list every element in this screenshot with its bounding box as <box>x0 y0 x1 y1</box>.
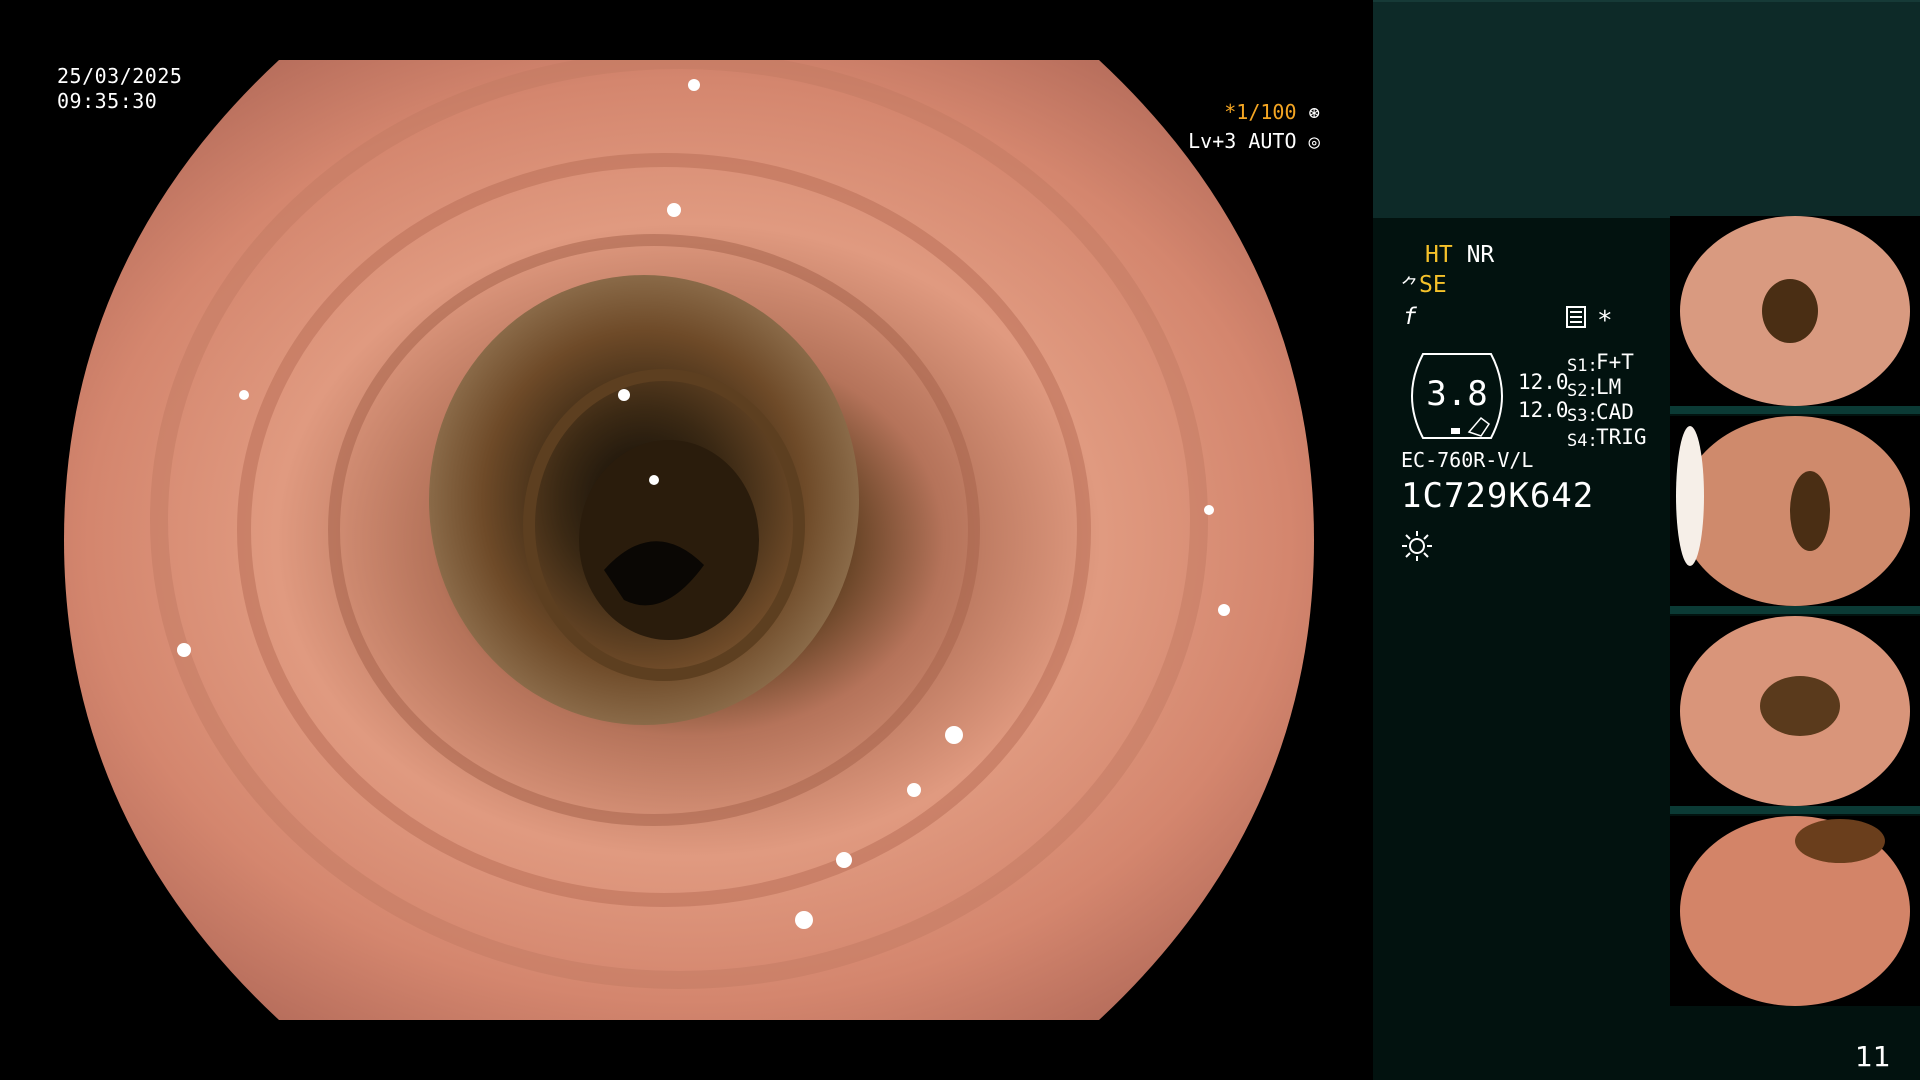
value-b: 12.0 <box>1518 398 1569 422</box>
endoscope-live-view: 25/03/2025 09:35:30 *1/100 ⊛ Lv+3 AUTO ◎ <box>0 0 1373 1080</box>
capture-thumbnail[interactable] <box>1670 416 1920 606</box>
gauge-value: 3.8 <box>1426 374 1488 414</box>
star-indicator: * <box>1597 306 1613 336</box>
setting-label: S3: <box>1567 406 1598 426</box>
nr-label: NR <box>1466 242 1495 268</box>
capture-thumbnail[interactable] <box>1670 616 1920 806</box>
setting-label: S2: <box>1567 381 1598 401</box>
thumbnail-divider <box>1670 406 1920 414</box>
setting-value: F+T <box>1596 350 1634 374</box>
top-band <box>1373 0 1920 218</box>
sun-icon <box>1402 531 1432 561</box>
capture-thumbnail[interactable] <box>1670 816 1920 1006</box>
iris-icon: ◎ <box>1308 131 1320 153</box>
thumbnail-divider <box>1670 806 1920 814</box>
exposure-readout: *1/100 ⊛ Lv+3 AUTO ◎ <box>1180 98 1320 156</box>
memo-icon <box>1566 306 1586 328</box>
value-a: 12.0 <box>1518 370 1569 394</box>
setting-label: S4: <box>1567 431 1598 451</box>
thumbnail-divider <box>1670 606 1920 614</box>
colon-lumen-image <box>64 60 1314 1020</box>
ht-nr-status: HT NR <box>1425 242 1494 268</box>
scope-model: EC-760R-V/L <box>1401 448 1534 472</box>
date-text: 25/03/2025 <box>57 64 183 88</box>
time-text: 09:35:30 <box>57 89 158 113</box>
setting-value: TRIG <box>1596 425 1647 449</box>
se-label: SE <box>1419 272 1447 298</box>
aperture-icon: ⊛ <box>1308 102 1320 124</box>
se-status: ⺈SE <box>1401 272 1447 298</box>
setting-value: CAD <box>1596 400 1634 424</box>
ht-label: HT <box>1425 242 1453 268</box>
capture-thumbnail[interactable] <box>1670 216 1920 406</box>
scope-serial: 1C729K642 <box>1401 476 1595 516</box>
tool-icon: ⺈ <box>1401 276 1419 297</box>
date-time-readout: 25/03/2025 09:35:30 <box>57 64 182 114</box>
setting-label: S1: <box>1567 356 1598 376</box>
f-icon: f <box>1403 304 1417 330</box>
shutter-speed: *1/100 <box>1224 100 1297 124</box>
level-text: Lv+3 AUTO <box>1188 129 1297 153</box>
page-number: 11 <box>1855 1040 1891 1073</box>
side-info-panel: HT NR ⺈SE f * 3.8 12.0 12.0 S1: F+T S2: … <box>1373 0 1920 1080</box>
setting-value: LM <box>1596 375 1622 399</box>
